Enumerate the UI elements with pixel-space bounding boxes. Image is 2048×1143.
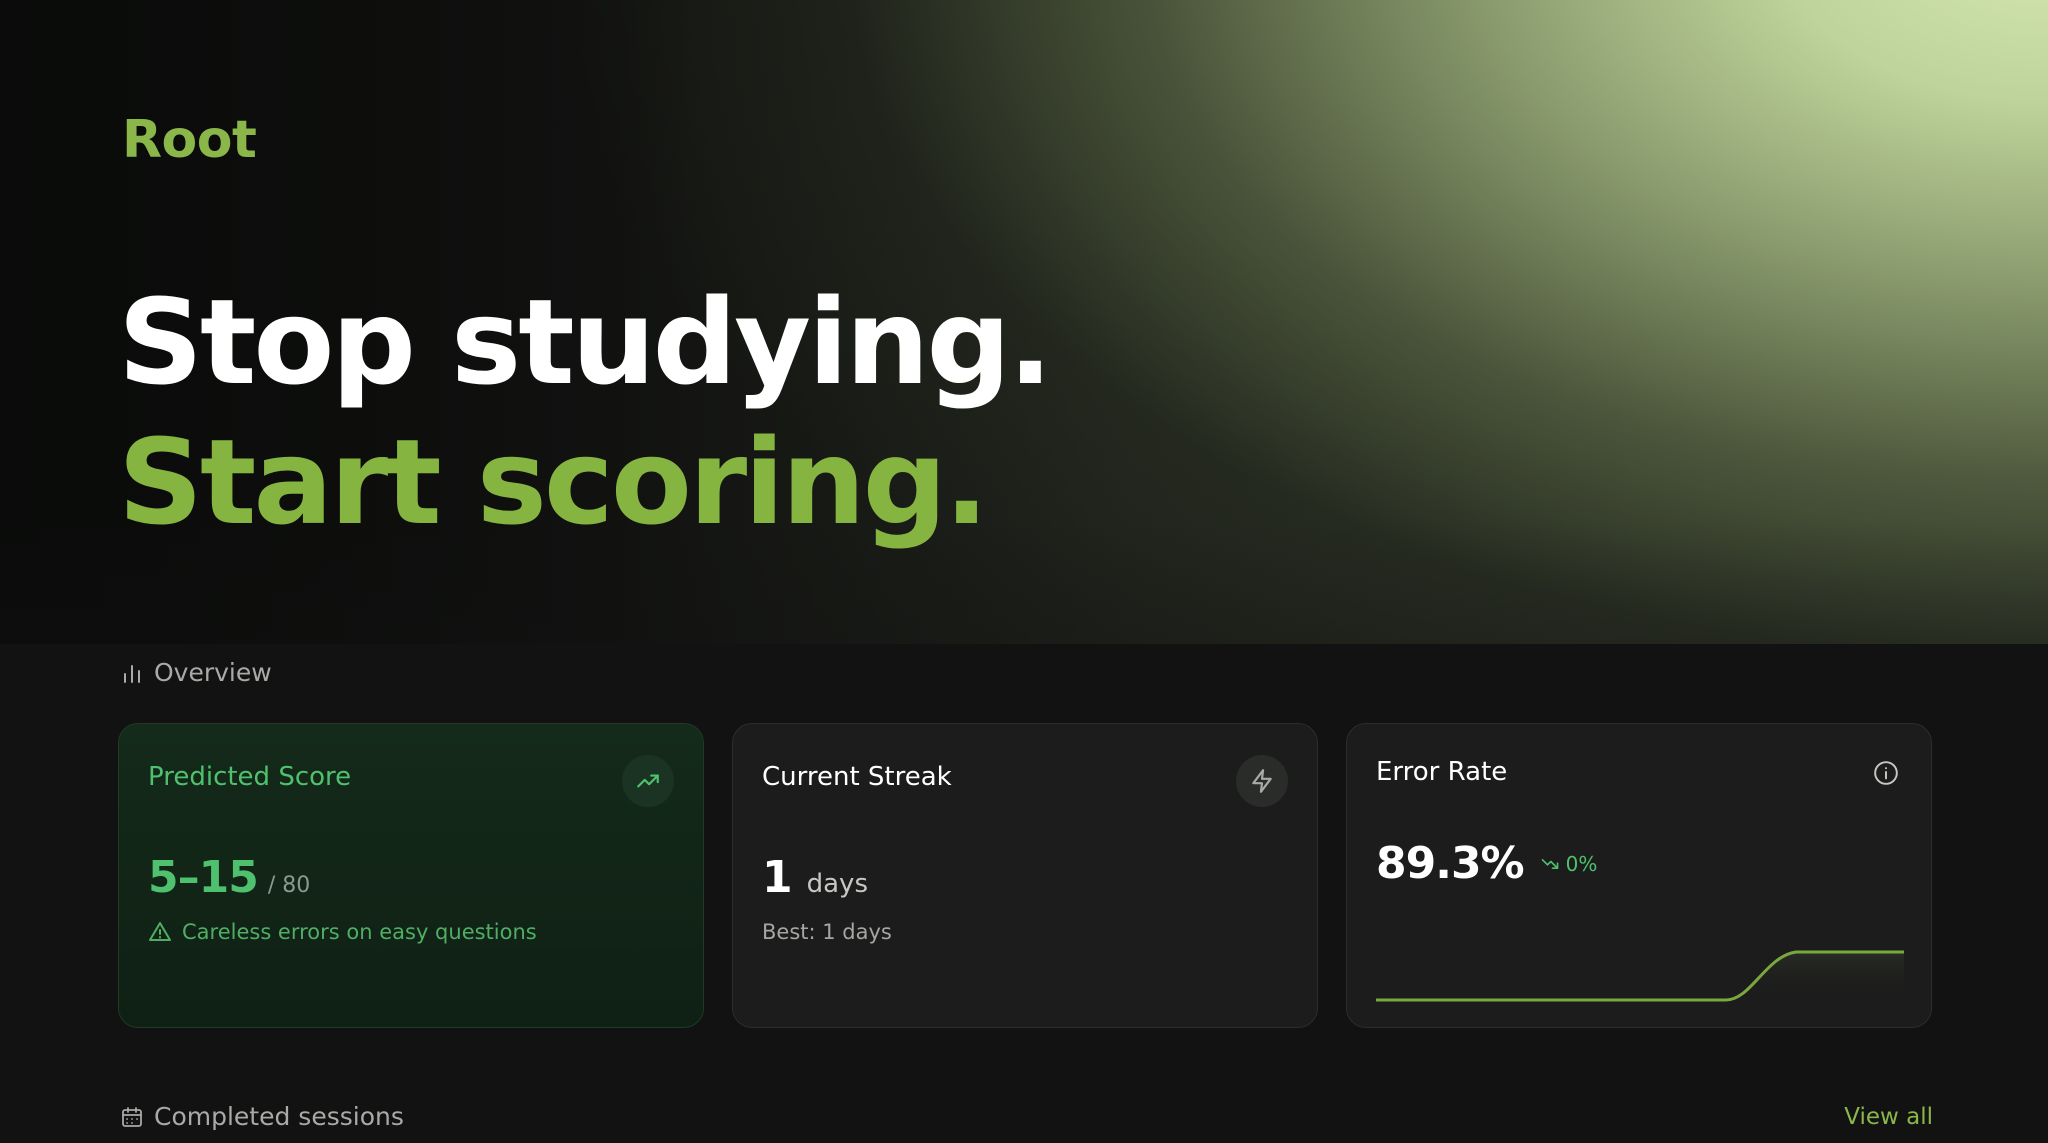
hero-section: Root Stop studying. Start scoring.	[0, 0, 2048, 644]
overview-heading: Overview	[120, 658, 272, 687]
overview-label: Overview	[154, 658, 272, 687]
view-all-link[interactable]: View all	[1844, 1104, 1933, 1130]
predicted-score-title: Predicted Score	[148, 762, 352, 792]
error-rate-sparkline	[1376, 950, 1904, 1004]
headline-line-1: Stop studying.	[118, 273, 1053, 411]
current-streak-value: 1	[762, 852, 793, 903]
completed-sessions-label: Completed sessions	[154, 1102, 404, 1131]
current-streak-unit: days	[806, 869, 868, 899]
calendar-icon	[122, 1106, 142, 1127]
error-rate-value-row: 89.3% 0%	[1376, 838, 1597, 889]
current-streak-title: Current Streak	[762, 762, 952, 792]
current-streak-value-row: 1 days	[762, 852, 868, 903]
headline-line-2: Start scoring.	[118, 413, 989, 551]
warning-text: Careless errors on easy questions	[182, 920, 537, 944]
page: Root Stop studying. Start scoring. Overv…	[0, 0, 2048, 1143]
brand-logo[interactable]: Root	[122, 110, 257, 170]
error-rate-change-value: 0%	[1565, 851, 1598, 876]
best-streak: Best: 1 days	[762, 920, 892, 944]
warning-triangle-icon	[149, 922, 171, 941]
trending-up-icon	[622, 755, 674, 807]
lightning-icon	[1236, 755, 1288, 807]
current-streak-card[interactable]: Current Streak 1 days Best: 1 days	[732, 723, 1318, 1028]
trending-down-icon	[1541, 858, 1558, 869]
error-rate-value: 89.3%	[1376, 838, 1525, 889]
completed-sessions-heading: Completed sessions	[120, 1102, 404, 1131]
predicted-score-value-row: 5–15 / 80	[148, 852, 310, 903]
predicted-score-card[interactable]: Predicted Score 5–15 / 80 Careless error…	[118, 723, 704, 1028]
error-rate-card[interactable]: Error Rate 89.3% 0%	[1346, 723, 1932, 1028]
predicted-score-value: 5–15	[148, 852, 259, 903]
predicted-score-total: / 80	[267, 873, 311, 898]
bar-chart-icon	[124, 664, 140, 683]
info-icon[interactable]	[1871, 758, 1901, 788]
error-rate-change: 0%	[1540, 851, 1598, 876]
hero-headline: Stop studying. Start scoring.	[118, 272, 1053, 552]
predicted-score-warning: Careless errors on easy questions	[148, 920, 537, 944]
error-rate-title: Error Rate	[1376, 757, 1508, 787]
